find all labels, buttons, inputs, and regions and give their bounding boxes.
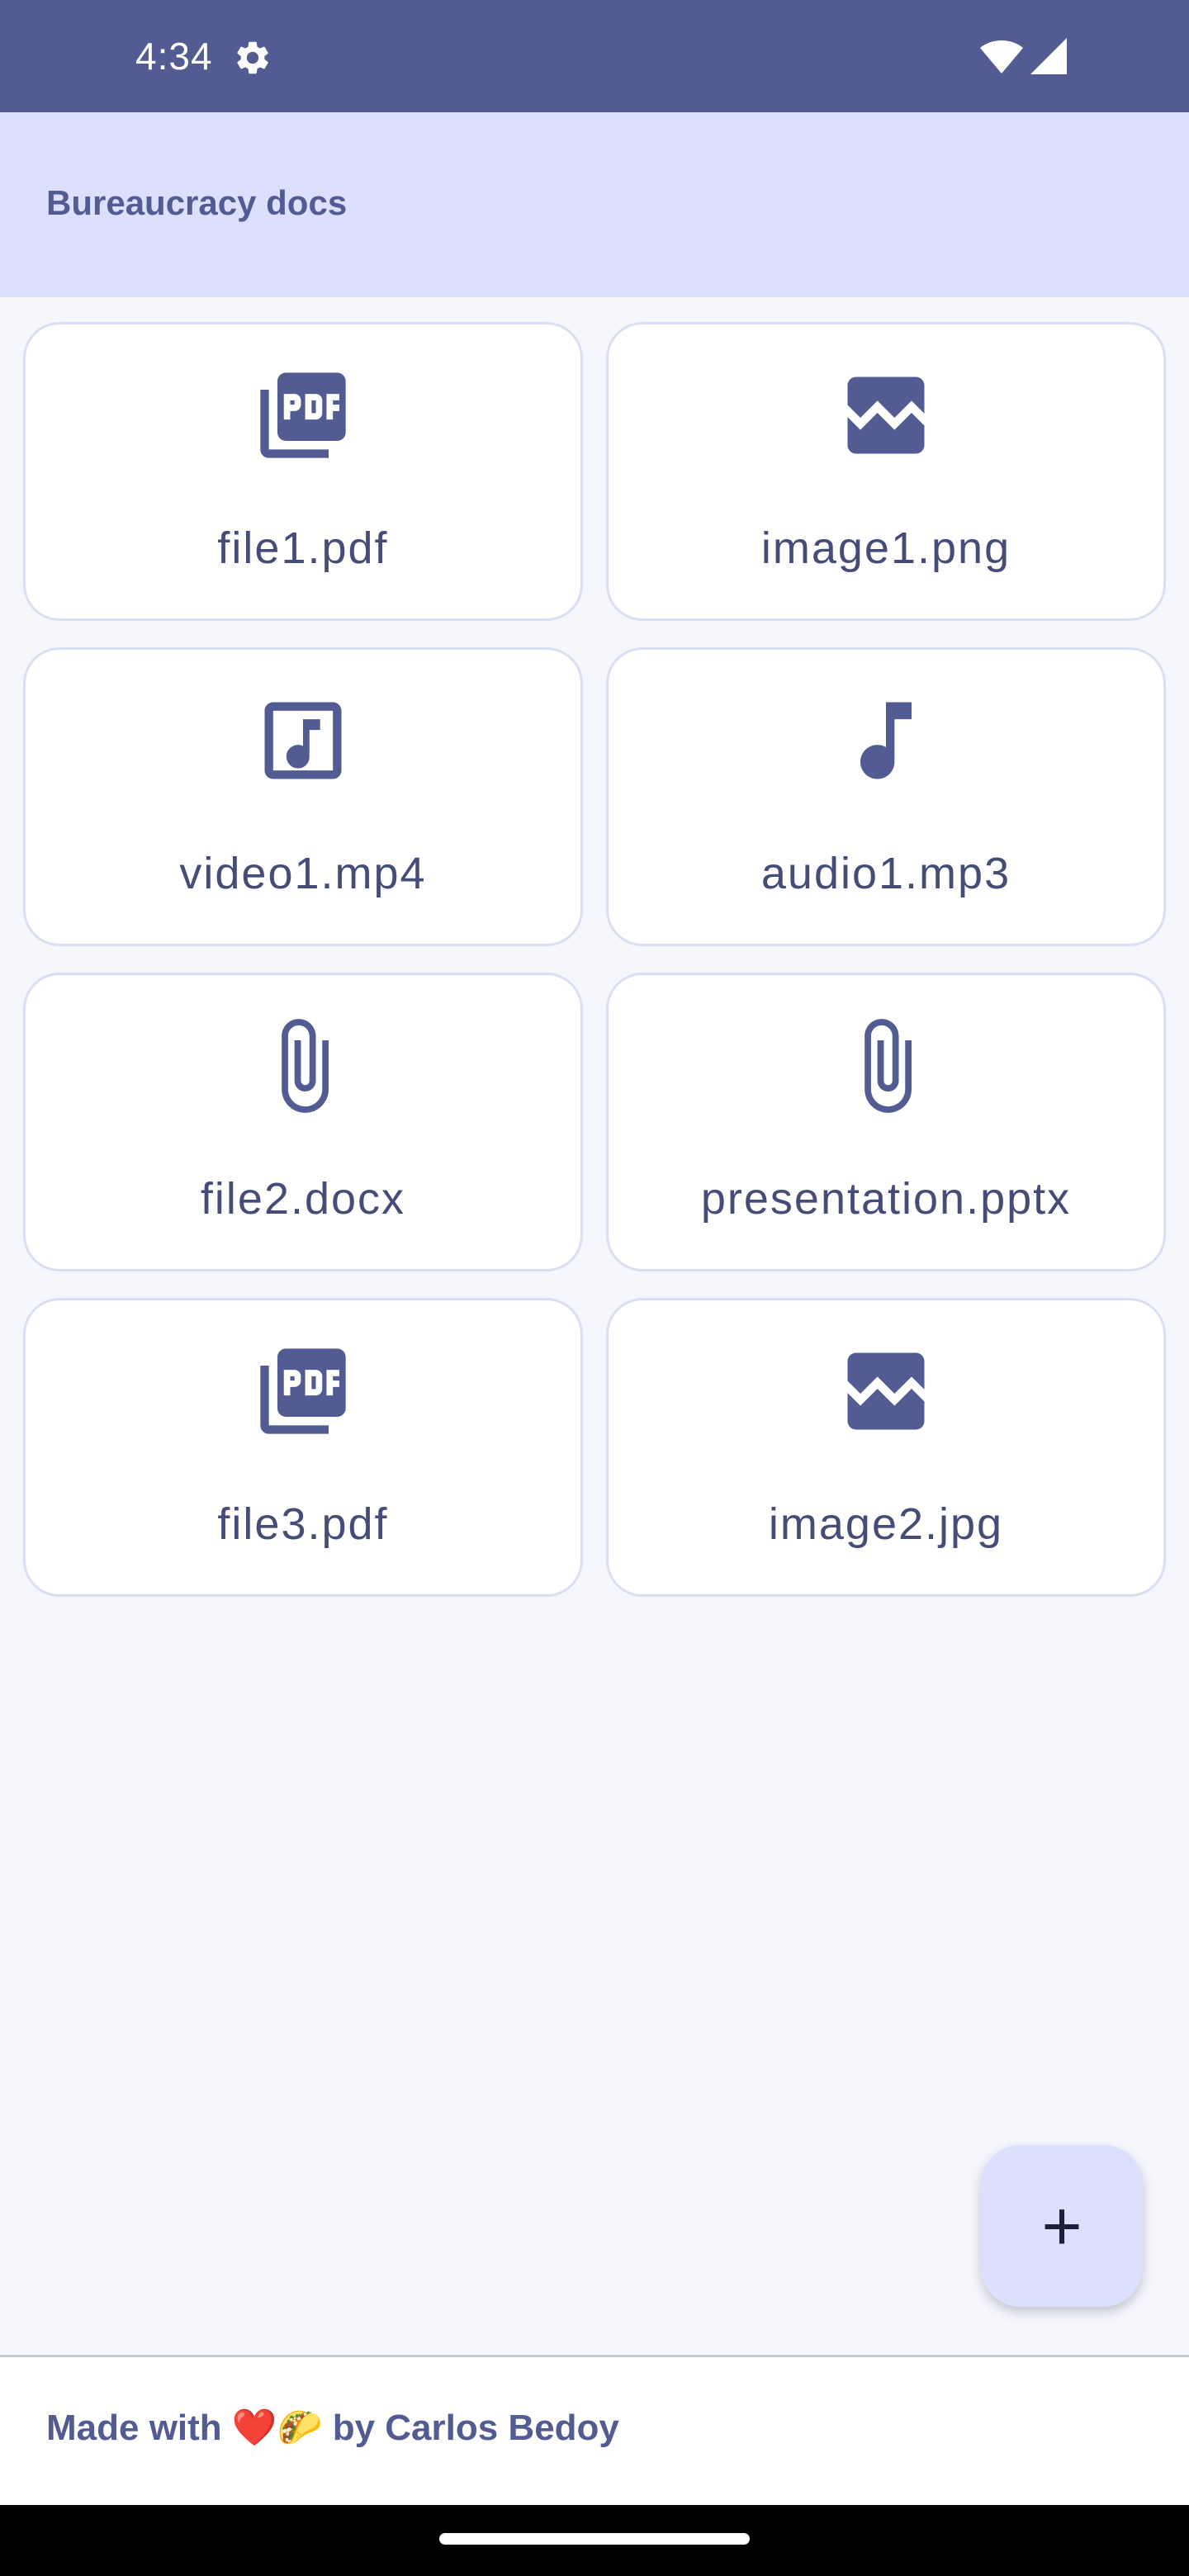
file-name: audio1.mp3 [760,849,1011,898]
gear-icon [233,38,272,78]
signal-icon [1029,36,1068,76]
file-name: file3.pdf [217,1499,389,1549]
add-icon: + [1041,2187,1082,2265]
music-note-icon [835,689,937,792]
screen: 4:34 Bureaucracy docs file1.pdf image1.p… [0,0,1189,2576]
file-tile[interactable]: audio1.mp3 [606,647,1166,946]
file-name: file2.docx [200,1174,406,1224]
pdf-icon [252,1340,354,1442]
file-tile[interactable]: presentation.pptx [606,973,1166,1271]
file-tile[interactable]: file3.pdf [23,1298,583,1597]
file-name: file1.pdf [217,523,389,573]
file-name: video1.mp4 [179,849,427,898]
page-title: Bureaucracy docs [46,183,348,222]
file-name: presentation.pptx [700,1174,1072,1224]
image-icon [835,1340,937,1442]
status-bar: 4:34 [0,0,1189,112]
file-tile[interactable]: image1.png [606,322,1166,621]
add-file-button[interactable]: + [981,2145,1143,2307]
navigation-bar [0,2505,1189,2576]
footer: Made with ❤️🌮 by Carlos Bedoy [0,2355,1189,2507]
file-name: image2.jpg [768,1499,1004,1549]
image-icon [835,364,937,466]
file-tile[interactable]: file1.pdf [23,322,583,621]
file-tile[interactable]: video1.mp4 [23,647,583,946]
file-name: image1.png [760,523,1011,573]
video-icon [252,689,354,792]
home-handle[interactable] [439,2533,750,2545]
pdf-icon [252,364,354,466]
wifi-icon [979,38,1024,74]
status-time: 4:34 [135,35,213,78]
file-grid: file1.pdf image1.png video1.mp4 audio1.m… [23,322,1166,1597]
file-tile[interactable]: image2.jpg [606,1298,1166,1597]
attachment-icon [835,1015,937,1117]
attachment-icon [252,1015,354,1117]
footer-credit: Made with ❤️🌮 by Carlos Bedoy [46,2408,619,2448]
app-bar: Bureaucracy docs [0,112,1189,297]
file-tile[interactable]: file2.docx [23,973,583,1271]
